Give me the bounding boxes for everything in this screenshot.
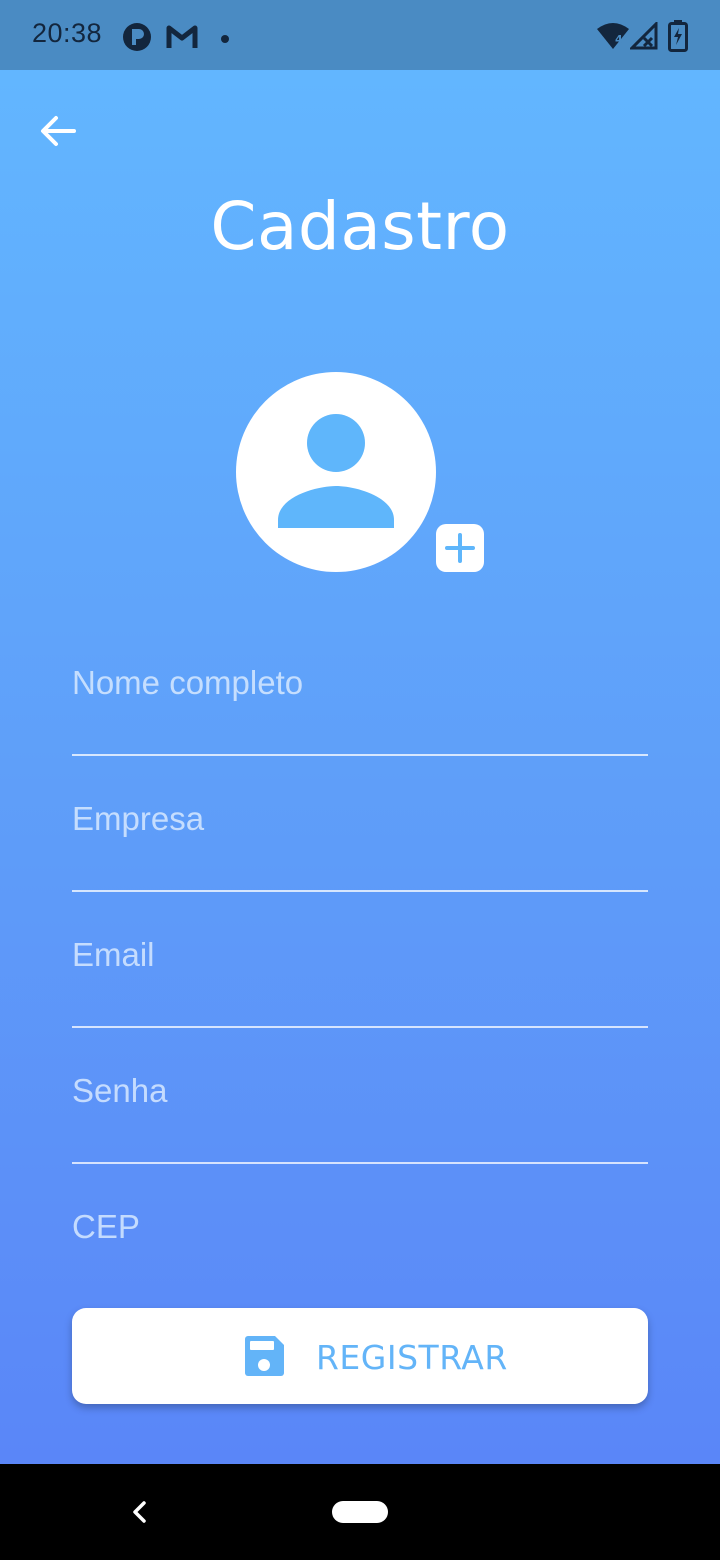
- avatar[interactable]: [236, 372, 436, 572]
- company-field[interactable]: Empresa: [72, 800, 648, 892]
- save-icon: [242, 1334, 286, 1378]
- signal-icon: [628, 20, 658, 55]
- person-icon: [278, 414, 394, 528]
- chevron-left-icon: [133, 1501, 146, 1523]
- svg-text:4: 4: [615, 33, 623, 46]
- page-title: Cadastro: [210, 188, 510, 265]
- wifi-icon: 4: [596, 22, 630, 55]
- nav-back-button[interactable]: [124, 1494, 154, 1530]
- password-placeholder: Senha: [72, 1072, 168, 1109]
- notification-p-icon: [122, 22, 152, 57]
- arrow-left-icon: [41, 116, 76, 146]
- register-label: REGISTRAR: [316, 1338, 508, 1377]
- app-root: 20:38 4 Cadastro Nome completo Empresa E…: [0, 0, 720, 1560]
- battery-charging-icon: [668, 20, 688, 57]
- full-name-placeholder: Nome completo: [72, 664, 304, 701]
- register-screen: Cadastro Nome completo Empresa Email Sen…: [0, 70, 720, 1464]
- email-placeholder: Email: [72, 936, 155, 973]
- navigation-bar: [0, 1464, 720, 1560]
- gmail-icon: [166, 24, 198, 55]
- cep-field[interactable]: CEP: [72, 1208, 648, 1268]
- register-button[interactable]: REGISTRAR: [72, 1308, 648, 1404]
- plus-icon: [445, 533, 475, 563]
- back-button[interactable]: [36, 108, 82, 154]
- full-name-field[interactable]: Nome completo: [72, 664, 648, 756]
- cep-placeholder: CEP: [72, 1208, 140, 1245]
- nav-home-button[interactable]: [332, 1501, 388, 1523]
- dot-icon: [220, 31, 230, 49]
- status-bar: 20:38 4: [0, 0, 720, 70]
- email-field[interactable]: Email: [72, 936, 648, 1028]
- company-placeholder: Empresa: [72, 800, 205, 837]
- status-time: 20:38: [32, 18, 103, 48]
- password-field[interactable]: Senha: [72, 1072, 648, 1164]
- add-photo-button[interactable]: [436, 524, 484, 572]
